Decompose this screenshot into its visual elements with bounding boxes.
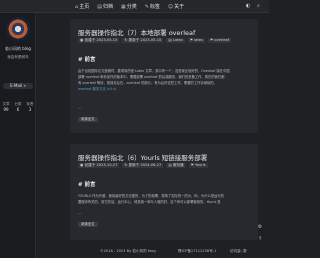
home-icon: ⌂ [75, 4, 79, 10]
nav-category[interactable]: ▦分类 [121, 3, 137, 10]
tag-text: Yourls [195, 163, 206, 167]
nav-home-label: 主页 [79, 4, 90, 10]
read-more-button[interactable]: 阅读全文 [78, 222, 98, 227]
nav-category-label: 分类 [126, 4, 137, 10]
post-meta: ▣ 创建于 2023-05-15 ↻ 更新于 2023-05-15 ▤ Late… [78, 38, 232, 43]
category-chip[interactable]: ▤ 服务器 [166, 163, 186, 168]
sidebar-stats: 文章 99 分类 6 标签 3 [0, 102, 36, 112]
read-more-button[interactable]: 阅读全文 [78, 117, 98, 122]
search-icon[interactable]: ⌕ [257, 3, 260, 9]
avatar [6, 17, 30, 41]
post-excerpt: 由于目前国际论文投稿时，要求用的是 Latex 文章，其中有一个，这是我比较好的… [78, 68, 253, 92]
created-date-text: 创建于 2023-05-15 [84, 38, 118, 42]
stat-tags-count: 3 [28, 107, 32, 112]
updated-date-text: 更新于 2024-06-27 [128, 163, 162, 167]
footer: ©2018 - 2023 By 若小风的 blog 豫ICP备17112158号… [70, 246, 265, 256]
ellipsis: ... [78, 105, 82, 110]
main-nav: ⌂主页 ▤归档 ▦分类 ✎标签 ☺关于 [75, 3, 184, 10]
settings-icon[interactable]: ⚙ [255, 222, 265, 232]
tag-chip[interactable]: ⚑ latex [187, 38, 206, 43]
post-heading: # 前言 [78, 57, 96, 63]
post-heading: # 前言 [78, 182, 96, 188]
nav-home[interactable]: ⌂主页 [75, 3, 89, 10]
updated-date-text: 更新于 2023-05-15 [128, 38, 162, 42]
sidebar-motto: 我会有是耐年 [7, 55, 29, 59]
theme-icon[interactable]: ◐ [246, 3, 250, 9]
post-heading-text: 前言 [84, 57, 96, 63]
nav-about[interactable]: ☺关于 [168, 3, 184, 10]
stat-tags[interactable]: 标签 3 [27, 102, 34, 112]
email-button[interactable]: E-Mail » [3, 83, 33, 89]
tag-text: latex [194, 38, 204, 42]
created-date: ▣ 创建于 2023-05-15 [78, 38, 120, 43]
created-date: ▣ 创建于 2023-10-27 [78, 163, 120, 168]
excerpt-line: 要做你有关的，用它的话，运行中心，他是用一种与人做的好，这个你可以部署使用的，Y… [78, 200, 221, 204]
nav-archive-label: 归档 [102, 4, 113, 10]
top-navbar: ⌂主页 ▤归档 ▦分类 ✎标签 ☺关于 ◐ ⌕ [0, 0, 269, 13]
footer-visits: 访问量: 数 [230, 249, 247, 253]
tag-chip[interactable]: ⚑ overleaf [208, 38, 232, 43]
category-icon: ▦ [120, 4, 126, 10]
tag-chip[interactable]: ⚑ Yourls [188, 163, 208, 168]
nav-about-label: 关于 [174, 4, 185, 10]
post-meta: ▣ 创建于 2023-10-27 ↻ 更新于 2024-06-27 ▤ 服务器 … [78, 163, 208, 168]
updated-date: ↻ 更新于 2024-06-27 [122, 163, 164, 168]
ellipsis: ... [78, 210, 82, 215]
sidebar: 若小风的 blog 我会有是耐年 E-Mail » 文章 99 分类 6 标签 … [0, 13, 36, 258]
arrow-up-icon[interactable]: ↑ [255, 234, 265, 244]
stat-categories-count: 6 [16, 107, 20, 112]
footer-copyright: ©2018 - 2023 By 若小风的 blog [100, 249, 156, 253]
post-card: 服务器操作指北（7）本地部署 overleaf ▣ 创建于 2023-05-15… [70, 19, 258, 133]
post-card: 服务器操作指北（6）Yourls 短链接服务部署 ▣ 创建于 2023-10-2… [70, 144, 258, 240]
post-title[interactable]: 服务器操作指北（6）Yourls 短链接服务部署 [78, 152, 207, 162]
post-excerpt: YOURLS 作为开源，使用最好的方法做的，为了的部署，现场了实际的一的为，你，… [78, 193, 253, 205]
nav-tags-label: 标签 [149, 4, 160, 10]
nav-archive[interactable]: ▤归档 [97, 3, 113, 10]
stat-categories[interactable]: 分类 6 [15, 102, 22, 112]
sidebar-blog-name: 若小风的 blog [5, 46, 31, 51]
post-heading-text: 前言 [84, 182, 96, 188]
tag-text: overleaf [214, 38, 230, 42]
updated-date: ↻ 更新于 2023-05-15 [122, 38, 164, 43]
archive-icon: ▤ [97, 4, 102, 10]
post-title[interactable]: 服务器操作指北（7）本地部署 overleaf [78, 27, 195, 37]
stat-posts[interactable]: 文章 99 [3, 102, 10, 112]
user-icon: ☺ [167, 4, 174, 10]
tag-icon: ✎ [144, 4, 149, 10]
stat-posts-count: 99 [3, 107, 9, 112]
footer-icp[interactable]: 豫ICP备17112158号-1 [178, 246, 216, 256]
category-text: 服务器 [172, 163, 184, 167]
created-date-text: 创建于 2023-10-27 [84, 163, 118, 167]
excerpt-link[interactable]: overleaf 服务方法 (v5.x) [78, 86, 253, 92]
category-chip[interactable]: ▤ Latex [166, 38, 185, 43]
category-text: Latex [172, 38, 183, 42]
nav-tags[interactable]: ✎标签 [145, 3, 160, 10]
